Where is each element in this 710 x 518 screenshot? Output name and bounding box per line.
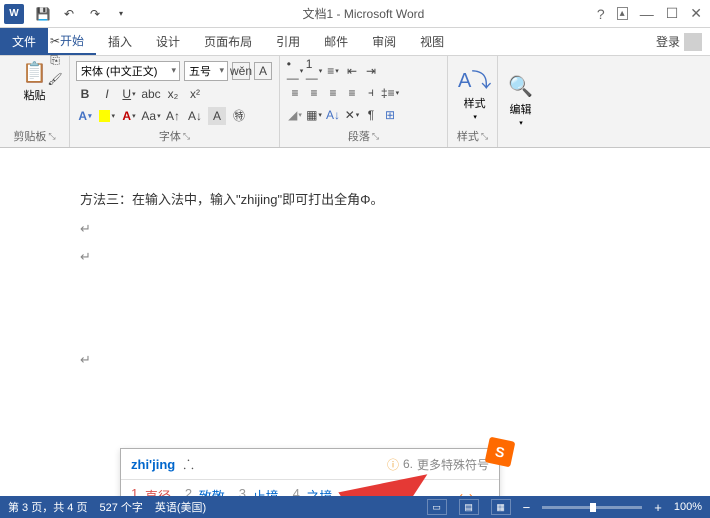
styles-icon: A⤵ <box>458 64 491 93</box>
sort-button[interactable]: A↓ <box>324 106 342 124</box>
char-border-button[interactable]: A <box>254 62 272 80</box>
align-center-button[interactable]: ≡ <box>305 84 323 102</box>
zoom-out-button[interactable]: − <box>523 500 531 515</box>
highlight-button[interactable]: ▾ <box>98 107 116 125</box>
ime-hint-num: 6. <box>403 457 413 471</box>
phonetic-guide-button[interactable]: wěn <box>232 62 250 80</box>
char-shading-button[interactable]: A <box>208 107 226 125</box>
ime-panel: S zhi'jing ⸫ ⓘ 6. 更多特殊符号 1.直径 2.致敬 3.止境 … <box>120 448 500 502</box>
tab-insert[interactable]: 插入 <box>96 28 144 55</box>
italic-button[interactable]: I <box>98 85 116 103</box>
status-page[interactable]: 第 3 页，共 4 页 <box>8 499 87 515</box>
clipboard-launcher-icon[interactable]: ⤡ <box>48 131 55 142</box>
tab-view[interactable]: 视图 <box>408 28 456 55</box>
align-right-button[interactable]: ≡ <box>324 84 342 102</box>
align-left-button[interactable]: ≡ <box>286 84 304 102</box>
find-icon: 🔍 <box>508 74 533 99</box>
zoom-level[interactable]: 100% <box>674 501 702 513</box>
show-marks-button[interactable]: ¶ <box>362 106 380 124</box>
chinese-layout-button[interactable]: ✕▾ <box>343 106 361 124</box>
justify-button[interactable]: ≡ <box>343 84 361 102</box>
ime-hint-text[interactable]: 更多特殊符号 <box>417 456 489 473</box>
styles-group-label: 样式 <box>457 128 479 144</box>
snap-grid-button[interactable]: ⊞ <box>381 106 399 124</box>
tab-review[interactable]: 审阅 <box>360 28 408 55</box>
font-name-select[interactable]: 宋体 (中文正文) <box>76 61 180 81</box>
distribute-button[interactable]: ⫞ <box>362 84 380 102</box>
line-spacing-button[interactable]: ‡≡▾ <box>381 84 399 102</box>
multilevel-button[interactable]: ≡▾ <box>324 62 342 80</box>
editing-group-label <box>502 143 540 145</box>
info-icon: ⓘ <box>387 456 399 473</box>
ime-input-text: zhi'jing <box>131 457 175 472</box>
superscript-button[interactable]: x² <box>186 85 204 103</box>
undo-icon[interactable]: ↶ <box>60 5 78 23</box>
increase-indent-button[interactable]: ⇥ <box>362 62 380 80</box>
bold-button[interactable]: B <box>76 85 94 103</box>
maximize-icon[interactable]: ☐ <box>666 5 679 22</box>
avatar-icon <box>684 33 702 51</box>
tab-design[interactable]: 设计 <box>144 28 192 55</box>
tab-file[interactable]: 文件 <box>0 28 48 55</box>
redo-icon[interactable]: ↷ <box>86 5 104 23</box>
paragraph-group-label: 段落 <box>348 128 370 144</box>
save-icon[interactable]: 💾 <box>34 5 52 23</box>
ime-caret-icon: ⸫ <box>183 455 194 473</box>
change-case-button[interactable]: Aa▾ <box>142 107 160 125</box>
zoom-slider[interactable] <box>542 506 642 509</box>
paragraph-launcher-icon[interactable]: ⤡ <box>372 131 379 142</box>
paragraph-mark: ↵ <box>80 348 640 373</box>
subscript-button[interactable]: x₂ <box>164 85 182 103</box>
read-mode-icon[interactable]: ▭ <box>427 499 447 515</box>
qat-more-icon[interactable]: ▾ <box>112 5 130 23</box>
window-title: 文档1 - Microsoft Word <box>130 5 597 22</box>
underline-button[interactable]: U▾ <box>120 85 138 103</box>
editing-button[interactable]: 🔍 编辑 ▾ <box>502 72 539 129</box>
paragraph-mark: ↵ <box>80 217 640 242</box>
login-button[interactable]: 登录 <box>648 28 710 55</box>
shading-button[interactable]: ◢▾ <box>286 106 304 124</box>
document-area[interactable]: 方法三：在输入法中，输入"zhijing"即可打出全角Φ。 ↵ ↵ ↵ ↵ S … <box>0 148 710 502</box>
bullets-button[interactable]: •—▾ <box>286 62 304 80</box>
status-wordcount[interactable]: 527 个字 <box>99 499 142 515</box>
shrink-font-button[interactable]: A↓ <box>186 107 204 125</box>
clipboard-group-label: 剪贴板 <box>13 128 46 144</box>
font-group-label: 字体 <box>159 128 181 144</box>
styles-button[interactable]: A⤵ 样式 ▾ <box>452 62 497 123</box>
tab-layout[interactable]: 页面布局 <box>192 28 264 55</box>
doc-text-line: 方法三：在输入法中，输入"zhijing"即可打出全角Φ。 <box>80 188 640 213</box>
web-layout-icon[interactable]: ▦ <box>491 499 511 515</box>
sogou-logo-icon: S <box>485 437 516 468</box>
print-layout-icon[interactable]: ▤ <box>459 499 479 515</box>
status-language[interactable]: 英语(美国) <box>155 499 206 515</box>
borders-button[interactable]: ▦▾ <box>305 106 323 124</box>
font-launcher-icon[interactable]: ⤡ <box>183 131 190 142</box>
enclose-chars-button[interactable]: ㊕ <box>230 107 248 125</box>
grow-font-button[interactable]: A↑ <box>164 107 182 125</box>
cut-icon[interactable]: ✂ <box>46 32 64 50</box>
font-size-select[interactable]: 五号 <box>184 61 228 81</box>
help-icon[interactable]: ? <box>597 6 605 22</box>
minimize-icon[interactable]: — <box>640 6 654 22</box>
app-icon: W <box>4 4 24 24</box>
zoom-in-button[interactable]: + <box>654 500 662 515</box>
copy-icon[interactable]: ⎘ <box>46 51 64 69</box>
decrease-indent-button[interactable]: ⇤ <box>343 62 361 80</box>
font-color-button[interactable]: A▾ <box>120 107 138 125</box>
paragraph-mark: ↵ <box>80 245 640 270</box>
strikethrough-button[interactable]: abc <box>142 85 160 103</box>
numbering-button[interactable]: 1—▾ <box>305 62 323 80</box>
ribbon-options-icon[interactable]: ▴ <box>617 7 628 20</box>
clipboard-icon: 📋 <box>22 60 47 85</box>
tab-mail[interactable]: 邮件 <box>312 28 360 55</box>
styles-launcher-icon[interactable]: ⤡ <box>481 131 488 142</box>
text-effects-button[interactable]: A▾ <box>76 107 94 125</box>
format-painter-icon[interactable]: 🖌 <box>46 70 64 88</box>
close-icon[interactable]: ✕ <box>690 5 702 22</box>
tab-references[interactable]: 引用 <box>264 28 312 55</box>
